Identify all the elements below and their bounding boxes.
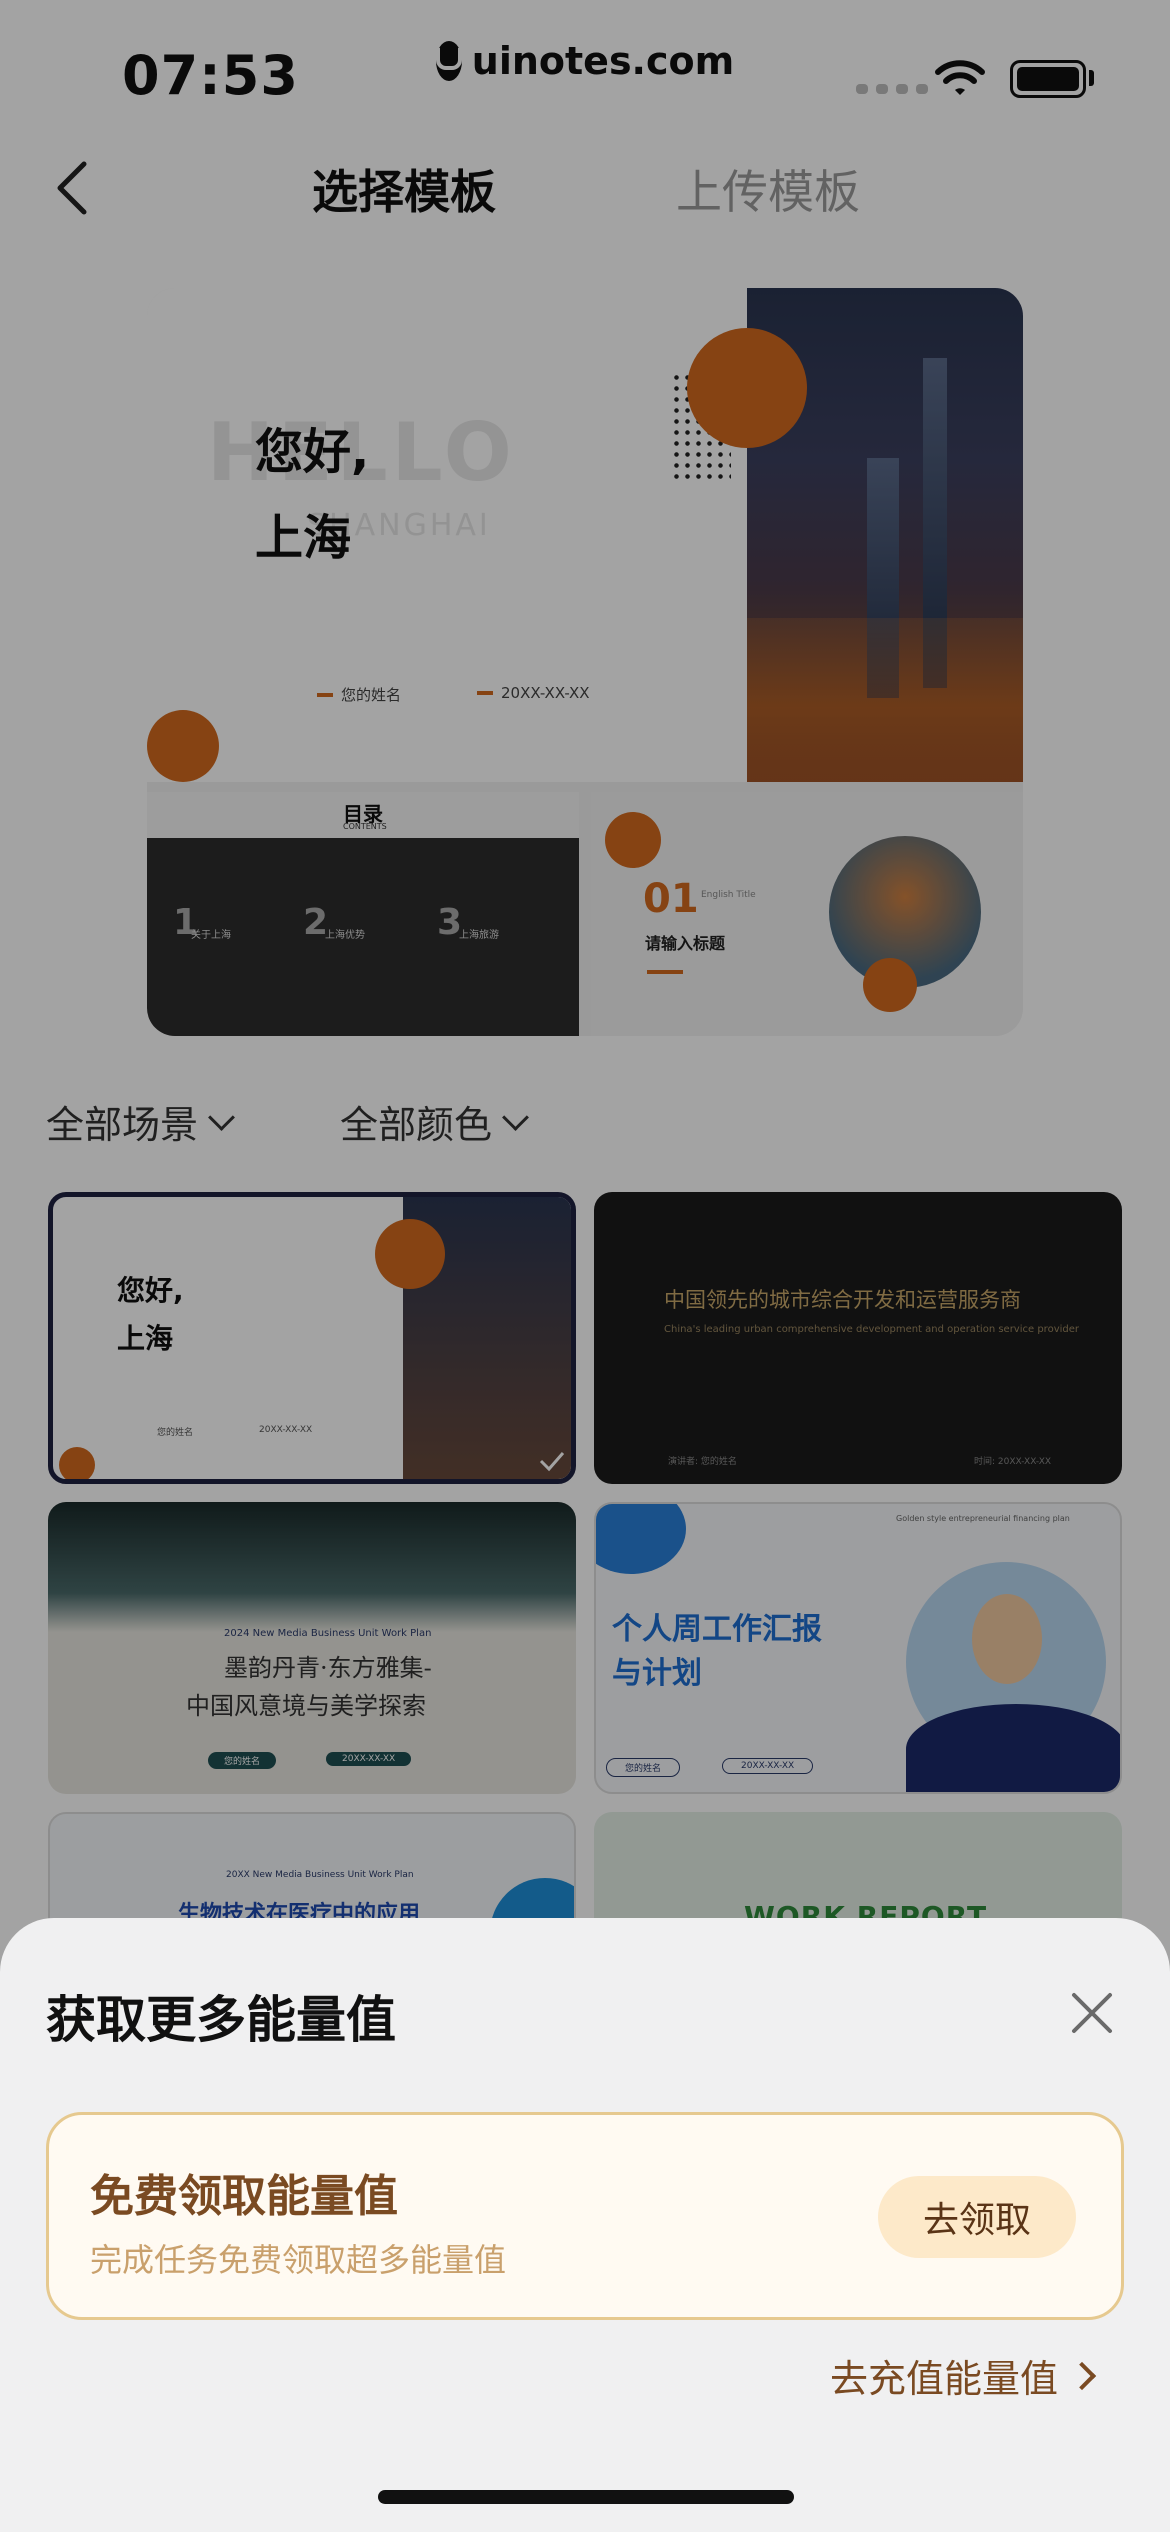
recharge-label: 去充值能量值 xyxy=(830,2357,1059,2401)
chevron-right-icon xyxy=(1067,2361,1097,2390)
sheet-title: 获取更多能量值 xyxy=(46,1991,396,2049)
claim-button[interactable]: 去领取 xyxy=(878,2176,1076,2258)
promo-subtitle: 完成任务免费领取超多能量值 xyxy=(90,2241,507,2279)
recharge-link[interactable]: 去充值能量值 xyxy=(830,2348,1097,2403)
close-icon[interactable] xyxy=(1064,1985,1120,2041)
home-indicator[interactable] xyxy=(378,2490,794,2504)
promo-title: 免费领取能量值 xyxy=(90,2171,398,2222)
